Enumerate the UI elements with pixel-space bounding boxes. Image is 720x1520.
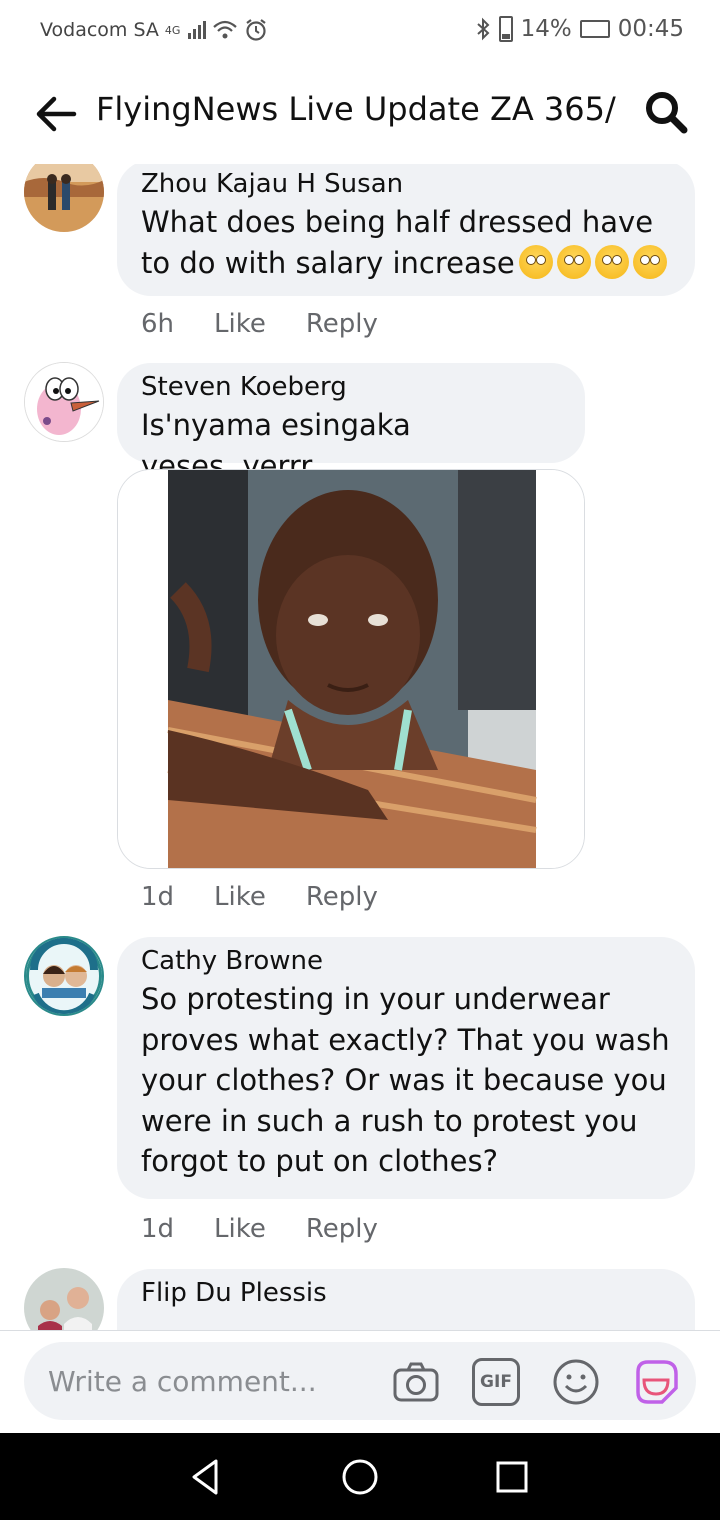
comment-line: were in such a rush to protest you [141,1103,638,1138]
comments-feed[interactable]: Zhou Kajau H Susan What does being half … [0,164,720,1330]
avatar[interactable] [24,362,104,442]
system-nav-bar [0,1433,720,1520]
comment-line: proves what exactly? That you wash [141,1022,670,1057]
comment-line-with-emoji: to do with salary increase [141,243,671,284]
comment-author[interactable]: Flip Du Plessis [141,1275,671,1311]
comment-time: 6h [141,309,175,339]
wifi-icon [213,20,238,39]
eye-roll-emoji-icon [594,244,629,279]
like-button[interactable]: Like [214,882,266,912]
avatar[interactable] [24,936,104,1016]
comment-text: So protesting in your underwear proves w… [141,979,671,1182]
signal-icon [188,21,207,39]
smiley-icon[interactable] [552,1358,600,1406]
divider [0,1330,720,1331]
like-button[interactable]: Like [214,1214,266,1244]
comment-author[interactable]: Steven Koeberg [141,369,561,405]
camera-icon[interactable] [392,1358,440,1406]
reply-button[interactable]: Reply [306,309,378,339]
eye-roll-emoji-icon [556,244,591,279]
comment-line: your clothes? Or was it because you [141,1063,667,1097]
back-triangle-icon[interactable] [184,1455,228,1499]
gif-label: GIF [480,1372,512,1392]
comment-line: What does being half dressed have [141,205,654,239]
bluetooth-icon [476,17,490,41]
search-icon[interactable] [642,88,690,136]
eye-roll-emoji-icon [632,244,667,279]
avatar[interactable] [24,164,104,232]
comment-line: So protesting in your underwear [141,982,610,1016]
clock: 00:45 [617,16,684,42]
photo-image [118,470,584,868]
comment-bubble[interactable]: Cathy Browne So protesting in your under… [117,937,695,1199]
comment-time: 1d [141,1214,175,1244]
recents-square-icon[interactable] [490,1455,534,1499]
comment-bubble[interactable]: Steven Koeberg Is'nyama esingaka yeses..… [117,363,585,483]
page-title: FlyingNews Live Update ZA 365/... [96,90,616,128]
comment-composer: GIF [24,1342,696,1420]
alarm-icon [246,19,267,41]
like-button[interactable]: Like [214,309,266,339]
eye-roll-emoji-icon [518,244,553,279]
app-header: FlyingNews Live Update ZA 365/... [0,62,720,164]
reply-button[interactable]: Reply [306,882,378,912]
carrier-name: Vodacom SA [40,19,159,41]
comment-author[interactable]: Zhou Kajau H Susan [141,166,671,202]
comment-photo[interactable] [117,469,585,869]
status-right: 14% 00:45 [475,16,684,42]
gif-icon[interactable]: GIF [472,1358,520,1406]
network-type: 4G [164,23,181,37]
avatar-image [26,938,102,1014]
comment-text: What does being half dressed have to do … [141,202,671,283]
comment-bubble[interactable]: Flip Du Plessis [117,1269,695,1330]
sticker-icon[interactable] [632,1358,680,1406]
comment-bubble[interactable]: Zhou Kajau H Susan What does being half … [117,164,695,296]
comment-time: 1d [141,882,175,912]
charging-icon [579,20,610,38]
avatar[interactable] [24,1268,104,1330]
comment-line: forgot to put on clothes? [141,1144,498,1178]
comment-meta: 1d Like Reply [141,882,378,912]
vibrate-battery-icon [498,16,513,42]
comment-meta: 1d Like Reply [141,1214,378,1244]
home-circle-icon[interactable] [338,1455,382,1499]
reply-button[interactable]: Reply [306,1214,378,1244]
battery-percent: 14% [520,16,572,42]
status-bar: Vodacom SA 4G 14% 00:45 [0,0,720,62]
comment-meta: 6h Like Reply [141,309,378,339]
comment-input[interactable] [48,1356,378,1406]
comment-line: to do with salary increase [141,245,515,280]
arrow-left-icon[interactable] [30,88,82,140]
comment-author[interactable]: Cathy Browne [141,943,671,979]
status-left: Vodacom SA 4G [40,18,268,42]
